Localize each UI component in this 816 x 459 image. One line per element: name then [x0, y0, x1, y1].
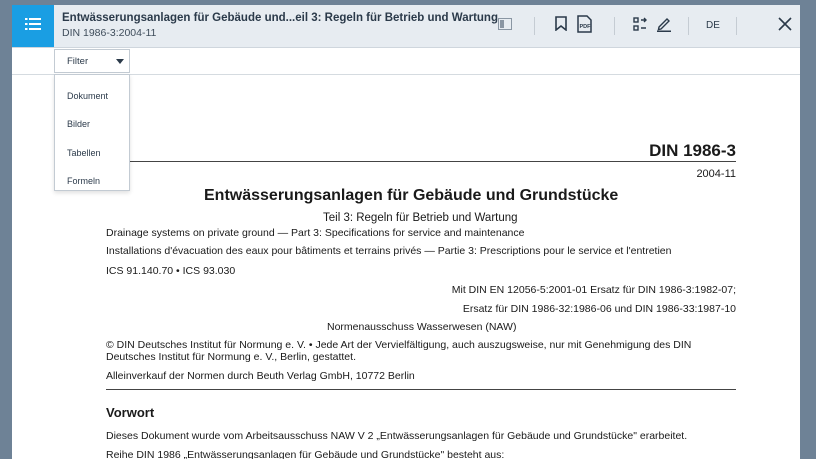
redline-icon — [633, 16, 649, 37]
filter-option-formeln[interactable]: Formeln — [67, 176, 100, 186]
top-rule — [106, 161, 736, 162]
pen-icon — [656, 16, 672, 37]
filter-bar — [12, 48, 800, 75]
menu-button[interactable] — [12, 5, 54, 47]
document-title: Entwässerungsanlagen für Gebäude und...e… — [62, 12, 498, 24]
redline-button[interactable] — [632, 16, 650, 36]
cut-off-text: Reihe DIN 1986 „Entwässerungsanlagen für… — [106, 449, 505, 459]
panel-toggle-button[interactable] — [496, 16, 514, 36]
bookmark-button[interactable] — [553, 16, 569, 36]
pdf-icon: PDF — [576, 14, 593, 38]
list-icon — [25, 17, 41, 36]
filter-label: Filter — [67, 55, 89, 67]
section-rule — [106, 389, 736, 390]
pdf-download-button[interactable]: PDF — [574, 14, 594, 38]
foreword-text: Dieses Dokument wurde vom Arbeitsausschu… — [106, 430, 688, 442]
filter-dropdown[interactable]: Filter — [54, 49, 130, 73]
filter-menu: Dokument Bilder Tabellen Formeln — [54, 74, 130, 191]
replacement-note-1: Mit DIN EN 12056-5:2001-01 Ersatz für DI… — [451, 284, 736, 296]
copyright-line-1: © DIN Deutsches Institut für Normung e. … — [106, 339, 692, 351]
header-separator — [534, 17, 535, 35]
filter-option-bilder[interactable]: Bilder — [67, 119, 90, 129]
filter-option-dokument[interactable]: Dokument — [67, 91, 108, 101]
main-title: Entwässerungsanlagen für Gebäude und Gru… — [204, 187, 619, 204]
header-separator — [736, 17, 737, 35]
filter-option-tabellen[interactable]: Tabellen — [67, 148, 101, 158]
din-number: DIN 1986-3 — [649, 141, 736, 160]
english-title: Drainage systems on private ground — Par… — [106, 227, 525, 239]
document-number: DIN 1986-3:2004-11 — [62, 27, 157, 39]
panel-icon — [498, 17, 512, 35]
document-page: n DIN 1986-3 2004-11 Entwässerungsanlage… — [12, 75, 800, 459]
viewer-window: Entwässerungsanlagen für Gebäude und...e… — [12, 5, 800, 459]
header-separator — [614, 17, 615, 35]
close-icon — [778, 16, 792, 36]
replacement-note-2: Ersatz für DIN 1986-32:1986-06 und DIN 1… — [462, 303, 736, 315]
header-separator — [688, 17, 689, 35]
language-switch[interactable]: DE — [706, 20, 720, 31]
french-title: Installations d'évacuation des eaux pour… — [106, 245, 672, 257]
annotate-button[interactable] — [655, 16, 673, 36]
chevron-down-icon — [116, 59, 124, 64]
copyright-line-2: Deutsches Institut für Normung e. V., Be… — [106, 351, 356, 363]
issue-date: 2004-11 — [696, 168, 736, 180]
title-block: Entwässerungsanlagen für Gebäude und...e… — [62, 12, 498, 39]
sales-note: Alleinverkauf der Normen durch Beuth Ver… — [106, 370, 415, 382]
close-button[interactable] — [776, 16, 794, 36]
ics-codes: ICS 91.140.70 • ICS 93.030 — [106, 265, 236, 277]
bookmark-icon — [555, 16, 567, 36]
svg-text:PDF: PDF — [579, 24, 591, 30]
header-bar: Entwässerungsanlagen für Gebäude und...e… — [12, 5, 800, 48]
part-title: Teil 3: Regeln für Betrieb und Wartung — [323, 212, 518, 224]
foreword-heading: Vorwort — [106, 405, 155, 420]
committee: Normenausschuss Wasserwesen (NAW) — [327, 321, 517, 333]
